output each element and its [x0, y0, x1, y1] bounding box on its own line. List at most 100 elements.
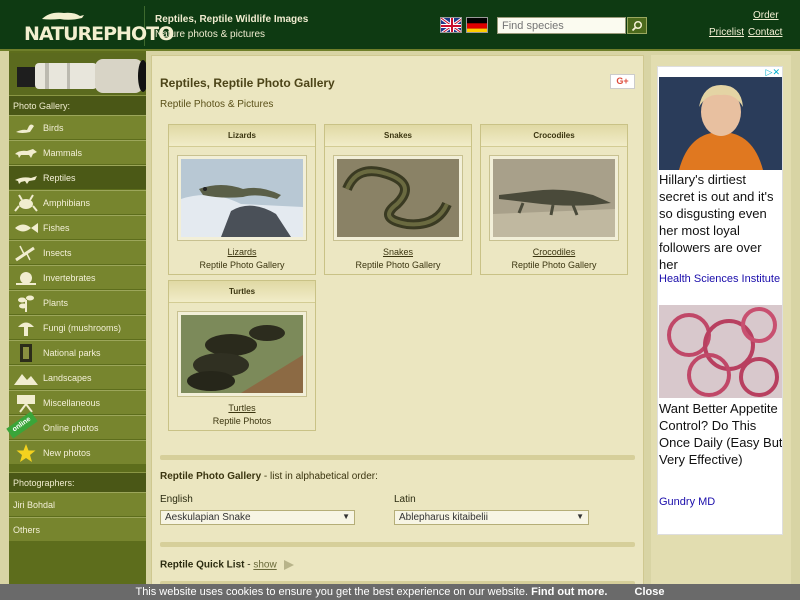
divider: [160, 542, 635, 547]
sidebar-item-new-photos[interactable]: New photos: [9, 440, 146, 464]
contact-link[interactable]: Contact: [748, 27, 782, 38]
sidebar-item-fishes[interactable]: Fishes: [9, 215, 146, 239]
sidebar-item-label: National parks: [43, 347, 101, 358]
main-content: Reptiles, Reptile Photo Gallery Reptile …: [151, 55, 644, 600]
ad2-source[interactable]: Gundry MD: [659, 496, 715, 508]
sidebar-item-label: Amphibians: [43, 197, 91, 208]
alphabetical-list-heading: Reptile Photo Gallery - list in alphabet…: [160, 471, 378, 482]
ad2-headline[interactable]: Want Better Appetite Control? Do This On…: [659, 400, 782, 468]
card-heading: Crocodiles: [481, 125, 627, 147]
sidebar-item-landscapes[interactable]: Landscapes: [9, 365, 146, 389]
frog-icon: [9, 192, 43, 214]
site-logo[interactable]: NATUREPHOTO: [10, 6, 174, 46]
mammal-icon: [9, 142, 43, 164]
search-button[interactable]: [627, 17, 647, 34]
quick-list-show-link[interactable]: show: [253, 560, 276, 571]
fish-icon: [9, 217, 43, 239]
card-heading: Lizards: [169, 125, 315, 147]
sidebar-item-label: Birds: [43, 122, 64, 133]
crocodile-photo[interactable]: [489, 155, 619, 241]
alphabetical-list-title: Reptile Photo Gallery: [160, 471, 262, 482]
star-icon: [9, 442, 43, 464]
card-link[interactable]: Lizards: [169, 247, 315, 257]
sidebar-item-amphibians[interactable]: Amphibians: [9, 190, 146, 214]
sidebar-item-miscellaneous[interactable]: Miscellaneous: [9, 390, 146, 414]
chameleon-logo-icon: [42, 12, 84, 20]
photographer-label: Jiri Bohdal: [13, 499, 56, 510]
site-title: Reptiles, Reptile Wildlife Images: [155, 14, 309, 25]
plant-icon: [9, 292, 43, 314]
turtle-photo[interactable]: [177, 311, 307, 397]
english-flag-icon[interactable]: [440, 17, 462, 33]
site-subtitle: Nature photos & pictures: [155, 29, 266, 40]
bird-icon: [9, 117, 43, 139]
photographer-others[interactable]: Others: [9, 517, 146, 541]
card-subtitle: Reptile Photo Gallery: [511, 260, 597, 270]
english-label: English: [160, 494, 193, 505]
sidebar-item-label: New photos: [43, 447, 91, 458]
card-link[interactable]: Turtles: [169, 403, 315, 413]
ad-column: ▷✕ Hillary's dirtiest secret is out and …: [651, 55, 791, 600]
photo-gallery-heading: Photo Gallery:: [9, 95, 146, 115]
header: NATUREPHOTO Reptiles, Reptile Wildlife I…: [0, 0, 800, 51]
page-subtitle: Reptile Photos & Pictures: [160, 99, 274, 110]
quick-list-title: Reptile Quick List: [160, 559, 245, 571]
reptile-icon: [9, 167, 43, 189]
card-subtitle: Reptile Photo Gallery: [199, 260, 285, 270]
sidebar-item-birds[interactable]: Birds: [9, 115, 146, 139]
play-arrow-icon[interactable]: [283, 559, 295, 571]
sidebar-item-plants[interactable]: Plants: [9, 290, 146, 314]
sidebar-item-label: Fishes: [43, 222, 70, 233]
sidebar-item-fungi[interactable]: Fungi (mushrooms): [9, 315, 146, 339]
cookie-message: This website uses cookies to ensure you …: [135, 586, 532, 598]
photographers-heading: Photographers:: [9, 472, 146, 492]
photographer-label: Others: [13, 524, 41, 535]
card-heading: Turtles: [169, 281, 315, 303]
cookie-close-button[interactable]: Close: [635, 586, 665, 598]
snake-photo[interactable]: [333, 155, 463, 241]
logo-text: NATUREPHOTO: [24, 23, 174, 45]
sidebar-item-label: Mammals: [43, 147, 83, 158]
sidebar-item-label: Plants: [43, 297, 69, 308]
sidebar-item-label: Reptiles: [43, 172, 76, 183]
english-name-select[interactable]: Aeskulapian Snake ▼: [160, 510, 355, 525]
ad2-image[interactable]: [659, 305, 782, 398]
sidebar-item-national-parks[interactable]: National parks: [9, 340, 146, 364]
gallery-card-turtles: Turtles Turtles Reptile Photos: [168, 280, 316, 431]
ad1-source[interactable]: Health Sciences Institute: [659, 273, 780, 285]
sidebar-item-invertebrates[interactable]: Invertebrates: [9, 265, 146, 289]
photographer-jiri-bohdal[interactable]: Jiri Bohdal: [9, 492, 146, 516]
german-flag-icon[interactable]: [466, 17, 488, 33]
landscape-icon: [9, 367, 43, 389]
sidebar-item-label: Landscapes: [43, 372, 92, 383]
card-link[interactable]: Snakes: [325, 247, 471, 257]
pricelist-link[interactable]: Pricelist: [709, 27, 744, 38]
gallery-card-lizards: Lizards Lizards Reptile Photo Gallery: [168, 124, 316, 275]
sidebar-item-insects[interactable]: Insects: [9, 240, 146, 264]
sidebar-item-label: Insects: [43, 247, 72, 258]
ad-box: ▷✕ Hillary's dirtiest secret is out and …: [657, 66, 783, 535]
ad1-headline[interactable]: Hillary's dirtiest secret is out and it'…: [659, 171, 782, 273]
mushroom-icon: [9, 317, 43, 339]
sidebar-item-mammals[interactable]: Mammals: [9, 140, 146, 164]
sidebar: Photo Gallery: Birds Mammals Reptiles Am…: [6, 51, 146, 600]
cookie-bar: This website uses cookies to ensure you …: [0, 584, 800, 600]
card-link[interactable]: Crocodiles: [481, 247, 627, 257]
gallery-card-crocodiles: Crocodiles Crocodiles Reptile Photo Gall…: [480, 124, 628, 275]
page-title: Reptiles, Reptile Photo Gallery: [160, 76, 335, 90]
insect-icon: [9, 242, 43, 264]
ad1-image[interactable]: [659, 77, 782, 170]
search-input[interactable]: [497, 17, 626, 34]
lizard-photo[interactable]: [177, 155, 307, 241]
google-plus-button[interactable]: G+: [610, 74, 635, 89]
order-link[interactable]: Order: [753, 10, 779, 21]
sidebar-item-label: Fungi (mushrooms): [43, 322, 122, 333]
latin-label: Latin: [394, 494, 416, 505]
cookie-find-out-more-link[interactable]: Find out more.: [531, 586, 607, 598]
card-subtitle: Reptile Photo Gallery: [355, 260, 441, 270]
alphabetical-list-suffix: - list in alphabetical order:: [261, 471, 378, 482]
latin-name-select[interactable]: Ablepharus kitaibelii ▼: [394, 510, 589, 525]
sidebar-item-reptiles[interactable]: Reptiles: [9, 165, 146, 189]
sidebar-item-label: Miscellaneous: [43, 397, 101, 408]
park-icon: [9, 342, 43, 364]
